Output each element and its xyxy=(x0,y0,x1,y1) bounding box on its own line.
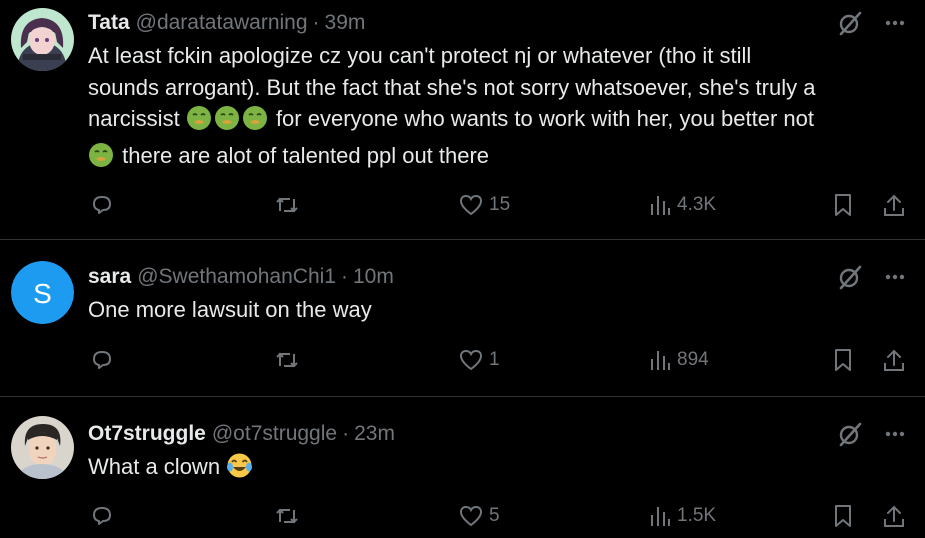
retweet-button[interactable] xyxy=(274,345,300,375)
separator-dot: · xyxy=(312,11,320,34)
tweet-header: Tata @daratatawarning · 39m xyxy=(88,8,905,38)
more-icon[interactable] xyxy=(885,274,905,280)
tweet-header: sara @SwethamohanChi1 · 10m xyxy=(88,262,905,292)
views-button[interactable]: 1.5K xyxy=(649,501,716,531)
like-count: 1 xyxy=(489,349,500,370)
view-count: 1.5K xyxy=(677,505,717,526)
bookmark-button[interactable] xyxy=(833,345,853,375)
text-line: there are alot of talented ppl out there xyxy=(122,142,490,168)
author-handle[interactable]: @ot7struggle xyxy=(212,422,337,446)
text-line: narcissist xyxy=(88,106,180,131)
tweet-text: What a clown xyxy=(88,451,905,488)
view-count: 894 xyxy=(677,349,709,370)
tweet-text: One more lawsuit on the way xyxy=(88,297,372,322)
reply-feed: Tata @daratatawarning · 39m At least fck… xyxy=(0,0,925,538)
like-icon xyxy=(459,194,483,216)
share-button[interactable] xyxy=(883,190,905,220)
text-line: sounds arrogant). But the fact that she'… xyxy=(88,74,816,100)
avatar-letter: S xyxy=(33,278,52,309)
reply-button[interactable] xyxy=(90,501,114,531)
like-button[interactable]: 1 xyxy=(459,345,500,375)
view-count: 4.3K xyxy=(677,194,717,215)
author-name[interactable]: Tata xyxy=(88,11,130,35)
nauseated-face-icon xyxy=(88,142,114,177)
tears-of-joy-icon xyxy=(226,452,253,488)
reply-button[interactable] xyxy=(90,190,114,220)
retweet-icon xyxy=(274,193,300,217)
author-name[interactable]: sara xyxy=(88,265,131,289)
tweet-content: Ot7struggle @ot7struggle · 23m What a cl… xyxy=(88,419,905,488)
more-icon[interactable] xyxy=(885,431,905,437)
views-button[interactable]: 4.3K xyxy=(649,190,716,220)
like-button[interactable]: 5 xyxy=(459,501,500,531)
reply-icon xyxy=(90,504,114,528)
nauseated-face-icon xyxy=(214,105,240,140)
separator-dot: · xyxy=(340,265,348,288)
views-button[interactable]: 894 xyxy=(649,345,709,375)
bookmark-icon xyxy=(833,504,853,528)
like-icon xyxy=(459,505,483,527)
nauseated-face-icon xyxy=(186,105,212,140)
share-button[interactable] xyxy=(883,501,905,531)
views-icon xyxy=(649,349,671,371)
grok-icon[interactable] xyxy=(837,421,863,447)
tweet-text: At least fckin apologize cz you can't pr… xyxy=(88,40,905,176)
grok-icon[interactable] xyxy=(837,264,863,290)
author-handle[interactable]: @SwethamohanChi1 xyxy=(137,265,336,289)
timestamp[interactable]: 23m xyxy=(354,422,395,446)
action-bar: 1 894 xyxy=(88,345,913,375)
tweet-header: Ot7struggle @ot7struggle · 23m xyxy=(88,419,905,449)
more-icon[interactable] xyxy=(885,20,905,26)
bookmark-icon xyxy=(833,348,853,372)
tweet[interactable]: Tata @daratatawarning · 39m At least fck… xyxy=(0,0,925,240)
avatar[interactable] xyxy=(11,8,74,71)
share-icon xyxy=(883,193,905,217)
text-line: What a clown xyxy=(88,454,221,479)
views-icon xyxy=(649,194,671,216)
bookmark-button[interactable] xyxy=(833,190,853,220)
text-line: for everyone who wants to work with her,… xyxy=(275,106,814,131)
author-handle[interactable]: @daratatawarning xyxy=(136,11,308,35)
reply-icon xyxy=(90,193,114,217)
tweet-content: sara @SwethamohanChi1 · 10m One more law… xyxy=(88,262,905,326)
retweet-icon xyxy=(274,504,300,528)
tweet[interactable]: Ot7struggle @ot7struggle · 23m What a cl… xyxy=(0,397,925,538)
tweet-content: Tata @daratatawarning · 39m At least fck… xyxy=(88,8,905,176)
timestamp[interactable]: 39m xyxy=(325,11,366,35)
like-button[interactable]: 15 xyxy=(459,190,510,220)
like-count: 15 xyxy=(489,194,511,215)
share-icon xyxy=(883,348,905,372)
bookmark-button[interactable] xyxy=(833,501,853,531)
share-button[interactable] xyxy=(883,345,905,375)
grok-icon[interactable] xyxy=(837,10,863,36)
bookmark-icon xyxy=(833,193,853,217)
avatar[interactable]: S xyxy=(11,261,74,324)
tweet[interactable]: S sara @SwethamohanChi1 · 10m One more l… xyxy=(0,240,925,397)
views-icon xyxy=(649,505,671,527)
reply-button[interactable] xyxy=(90,345,114,375)
like-count: 5 xyxy=(489,505,500,526)
action-bar: 15 4.3K xyxy=(88,190,913,220)
retweet-button[interactable] xyxy=(274,501,300,531)
reply-icon xyxy=(90,348,114,372)
timestamp[interactable]: 10m xyxy=(353,265,394,289)
share-icon xyxy=(883,504,905,528)
retweet-icon xyxy=(274,348,300,372)
text-line: At least fckin apologize cz you can't pr… xyxy=(88,43,752,68)
separator-dot: · xyxy=(342,422,350,445)
retweet-button[interactable] xyxy=(274,190,300,220)
avatar[interactable] xyxy=(11,416,74,479)
action-bar: 5 1.5K xyxy=(88,501,913,531)
nauseated-face-icon xyxy=(242,105,268,140)
like-icon xyxy=(459,349,483,371)
author-name[interactable]: Ot7struggle xyxy=(88,422,206,446)
